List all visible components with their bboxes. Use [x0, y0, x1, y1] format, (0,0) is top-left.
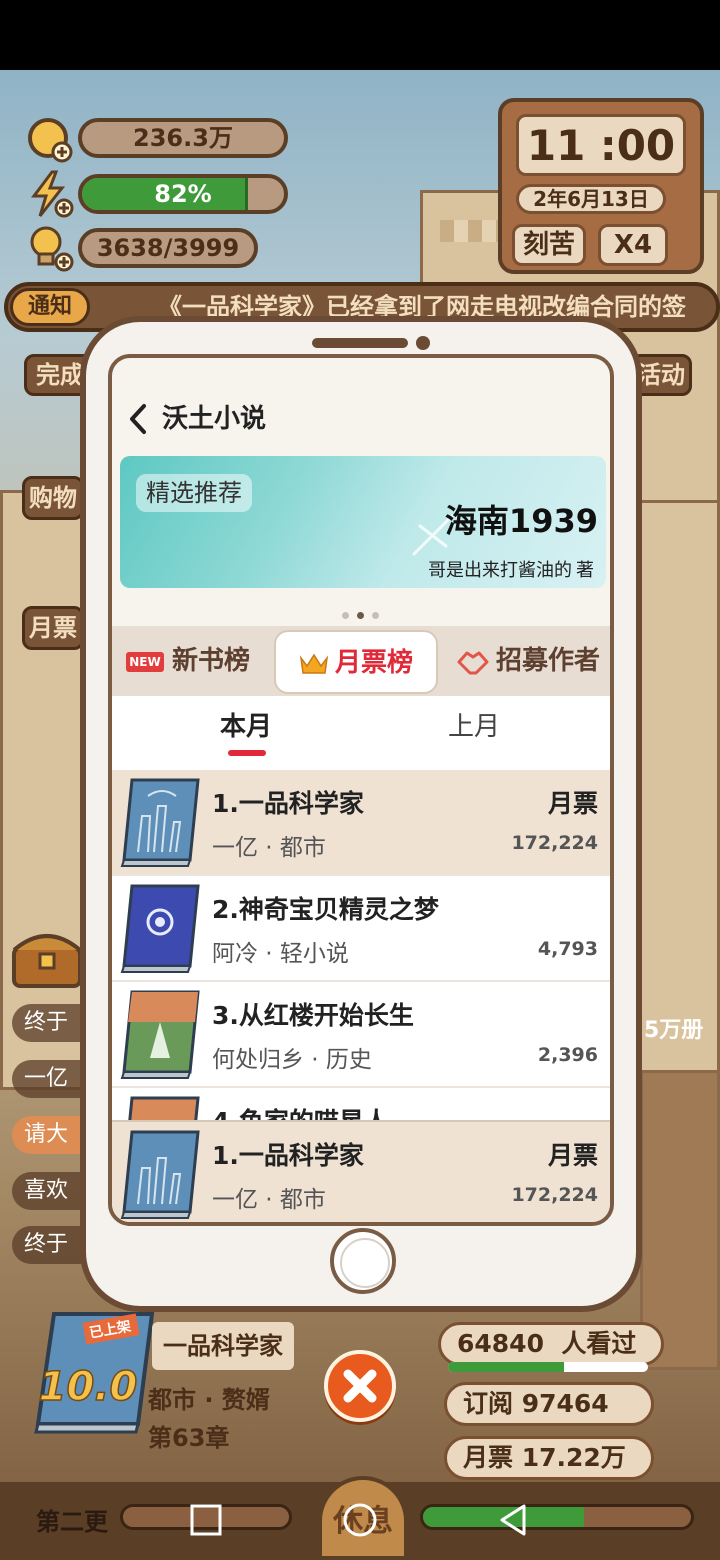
ranking-list[interactable]: 1.一品科学家 一亿 · 都市 月票 172,224 2.神奇宝贝精灵之梦 阿冷…	[112, 770, 610, 1120]
update-label: 第二更	[36, 1508, 108, 1536]
ranking-row[interactable]: 1.一品科学家 一亿 · 都市 月票 172,224	[112, 770, 610, 874]
ranking-row[interactable]: 3.从红楼开始长生 何处归乡 · 历史 2,396	[112, 982, 610, 1086]
close-button[interactable]	[324, 1350, 396, 1422]
ticket-count: 172,224	[511, 832, 598, 854]
views-progress	[448, 1362, 648, 1372]
inspiration-bar: 3638/3999	[78, 228, 258, 268]
writing-progress	[420, 1504, 694, 1530]
inspiration-value: 3638/3999	[96, 234, 240, 262]
building	[0, 490, 90, 1090]
work-mode-button[interactable]: 刻苦	[512, 224, 586, 266]
energy-value: 82%	[154, 180, 212, 208]
period-subtabs: 本月 上月	[112, 696, 610, 770]
phone-overlay: 沃土小说 精选推荐 海南1939 哥是出来打酱油的 著 NEW 新书榜 月票榜	[80, 316, 642, 1312]
book-title: 4.鱼家的喵星人	[212, 1102, 389, 1120]
tab-label: 新书榜	[172, 646, 251, 676]
volumes-text: 5万册	[644, 1018, 704, 1043]
phone-camera	[416, 336, 430, 350]
ranking-row[interactable]: 2.神奇宝贝精灵之梦 阿冷 · 轻小说 4,793	[112, 876, 610, 980]
views-number: 64840	[457, 1329, 544, 1358]
ranking-row[interactable]: 4.鱼家的喵星人	[112, 1088, 610, 1120]
app-header: 沃土小说	[112, 394, 610, 444]
tab-label: 招募作者	[496, 646, 601, 676]
tab-recruit-authors[interactable]: 招募作者	[456, 630, 610, 694]
new-badge: NEW	[126, 651, 164, 672]
current-book-cover[interactable]: 已上架 10.0	[32, 1310, 156, 1436]
book-meta: 何处归乡 · 历史	[212, 1047, 372, 1073]
subtab-active-indicator	[228, 750, 266, 756]
views-progress-fill	[448, 1362, 564, 1372]
building	[630, 500, 720, 1100]
current-book-title: 一品科学家	[152, 1322, 294, 1370]
book-cover	[128, 1096, 200, 1120]
phone-home-button[interactable]	[330, 1228, 396, 1294]
banner-author-suffix: 著	[576, 560, 594, 581]
current-book-chapter: 第63章	[148, 1424, 230, 1452]
shop-button[interactable]: 购物	[22, 476, 84, 520]
subscriptions-pill: 订阅 97464	[444, 1382, 654, 1426]
views-pill: 64840 人看过	[438, 1322, 664, 1366]
game-date: 2年6月13日	[516, 184, 666, 214]
app-title: 沃土小说	[162, 404, 267, 434]
book-meta: 阿冷 · 轻小说	[212, 941, 349, 967]
phone-screen: 沃土小说 精选推荐 海南1939 哥是出来打酱油的 著 NEW 新书榜 月票榜	[108, 354, 614, 1226]
ticket-count: 172,224	[511, 1184, 598, 1206]
coins-bar: 236.3万	[78, 118, 288, 158]
crown-icon	[299, 653, 329, 674]
book-meta: 一亿 · 都市	[212, 1187, 326, 1213]
subtab-last-month[interactable]: 上月	[448, 706, 500, 743]
banner-tag: 精选推荐	[136, 474, 252, 512]
status-bar	[0, 0, 720, 70]
back-icon[interactable]	[494, 1500, 534, 1540]
book-title: 3.从红楼开始长生	[212, 1001, 414, 1030]
ticket-count: 2,396	[537, 1044, 598, 1066]
banner-book-title: 海南1939	[444, 502, 598, 540]
ticket-label: 月票	[547, 789, 598, 818]
speed-button[interactable]: X4	[598, 224, 668, 266]
book-cover	[120, 1130, 200, 1219]
book-title: 1.一品科学家	[212, 1141, 364, 1170]
monthly-ticket-button[interactable]: 月票	[22, 606, 84, 650]
coin-icon[interactable]	[26, 116, 74, 164]
ranking-tabs: NEW 新书榜 月票榜 招募作者	[112, 626, 610, 696]
treasure-chest-icon[interactable]	[10, 928, 84, 990]
phone-speaker	[312, 338, 408, 348]
tab-new-books[interactable]: NEW 新书榜	[126, 630, 276, 694]
pinned-own-book-row[interactable]: 1.一品科学家 一亿 · 都市 月票 172,224	[112, 1120, 610, 1222]
tab-label: 月票榜	[334, 648, 413, 678]
tab-monthly-ticket[interactable]: 月票榜	[274, 630, 438, 694]
close-icon	[343, 1369, 377, 1403]
handshake-icon	[457, 651, 489, 674]
home-icon[interactable]	[340, 1500, 380, 1540]
back-arrow-icon[interactable]	[124, 402, 154, 436]
views-label: 人看过	[561, 1329, 637, 1358]
monthly-tickets-pill: 月票 17.22万	[444, 1436, 654, 1480]
ticket-label: 月票	[547, 1141, 598, 1170]
featured-banner[interactable]: 精选推荐 海南1939 哥是出来打酱油的 著	[120, 456, 606, 588]
carousel-dot[interactable]	[342, 612, 349, 619]
ticket-count: 4,793	[537, 938, 598, 960]
book-title: 2.神奇宝贝精灵之梦	[212, 895, 439, 924]
game-time: 11 :00	[516, 114, 686, 176]
coins-value: 236.3万	[133, 124, 233, 152]
book-meta: 一亿 · 都市	[212, 835, 326, 861]
recent-apps-icon[interactable]	[186, 1500, 226, 1540]
lightbulb-icon[interactable]	[26, 224, 74, 272]
clock-panel: 11 :00 2年6月13日 刻苦 X4	[498, 98, 704, 274]
book-cover	[120, 990, 200, 1079]
carousel-dot[interactable]	[372, 612, 379, 619]
book-cover	[120, 884, 200, 973]
current-book-genre: 都市 · 赘婿	[148, 1386, 270, 1414]
subtab-this-month[interactable]: 本月	[220, 706, 272, 743]
book-cover	[120, 778, 200, 867]
energy-bar: 82%	[78, 174, 288, 214]
carousel-dots	[338, 604, 383, 623]
book-title: 1.一品科学家	[212, 789, 364, 818]
notice-tag: 通知	[10, 288, 90, 326]
lightning-icon[interactable]	[26, 170, 74, 218]
carousel-dot-active[interactable]	[357, 612, 364, 619]
score: 10.0	[39, 1364, 138, 1410]
banner-author: 哥是出来打酱油的	[428, 560, 572, 581]
